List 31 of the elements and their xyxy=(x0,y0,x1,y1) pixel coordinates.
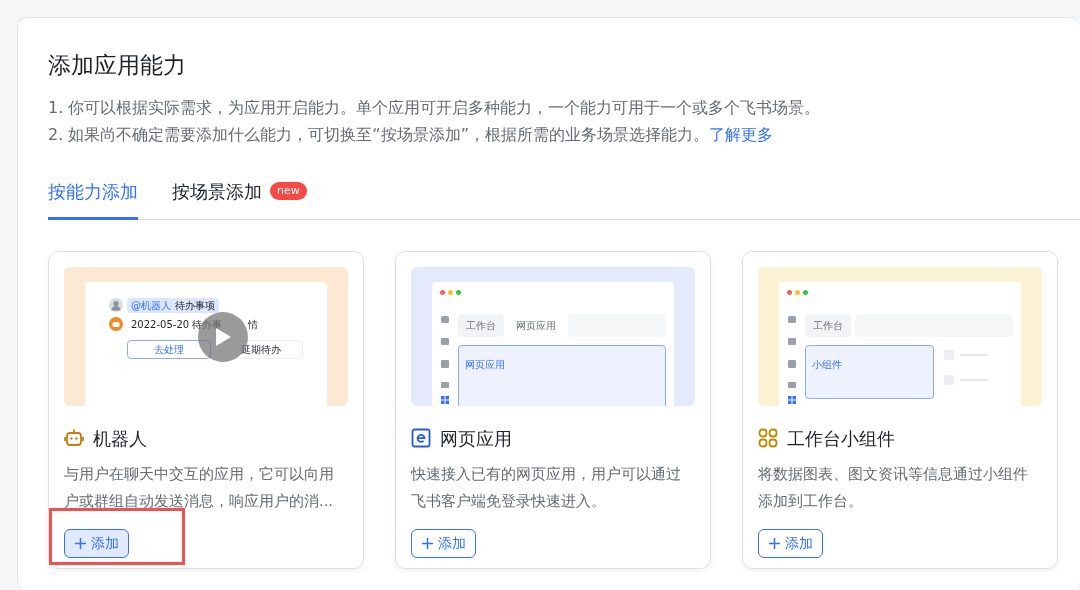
card-description: 快速接入已有的网页应用，用户可以通过飞书客户端免登录快速进入。 xyxy=(411,463,682,511)
card-title: 工作台小组件 xyxy=(787,426,895,451)
message-text: 情 xyxy=(248,317,259,332)
robot-icon xyxy=(64,428,84,449)
panel-label: 小组件 xyxy=(812,358,842,370)
instruction-text: 2. 如果尚不确定需要添加什么能力，可切换至“按场景添加”，根据所需的业务场景选择能力。了解更多 xyxy=(48,123,774,146)
add-button[interactable]: 添加 xyxy=(758,528,823,558)
plus-icon xyxy=(768,536,781,550)
card-title: 机器人 xyxy=(93,426,147,451)
learn-more-link[interactable]: 了解更多 xyxy=(708,124,773,144)
card-description: 将数据图表、图文资讯等信息通过小组件添加到工作台。 xyxy=(758,463,1029,511)
window-controls-icon xyxy=(787,289,808,295)
instruction-text: 1. 你可以根据实际需求，为应用开启能力。单个应用可开启多种能力，一个能力可用于一个或多个飞书场景。 xyxy=(48,96,822,119)
web-page-icon xyxy=(411,428,431,449)
widget-grid-icon xyxy=(758,428,778,449)
add-button[interactable]: 添加 xyxy=(411,528,476,558)
plus-icon xyxy=(74,536,87,550)
page-title: 添加应用能力 xyxy=(48,52,187,80)
mention-text: @机器人 xyxy=(131,299,171,311)
bot-avatar-icon xyxy=(109,317,123,332)
card-title: 网页应用 xyxy=(440,426,512,451)
topic-text: 待办事项 xyxy=(175,299,215,311)
window-controls-icon xyxy=(440,289,461,295)
avatar-icon xyxy=(109,298,123,313)
tab[interactable]: 按场景添加 new xyxy=(172,177,307,220)
card-description: 与用户在聊天中交互的应用，它可以向用户或群组自动发送消息，响应用户的消... xyxy=(64,463,335,511)
plus-icon xyxy=(421,536,434,550)
new-badge: new xyxy=(270,182,307,201)
add-button[interactable]: 添加 xyxy=(64,528,129,558)
panel-label: 网页应用 xyxy=(465,358,505,370)
tab[interactable]: 按能力添加 xyxy=(48,177,138,220)
